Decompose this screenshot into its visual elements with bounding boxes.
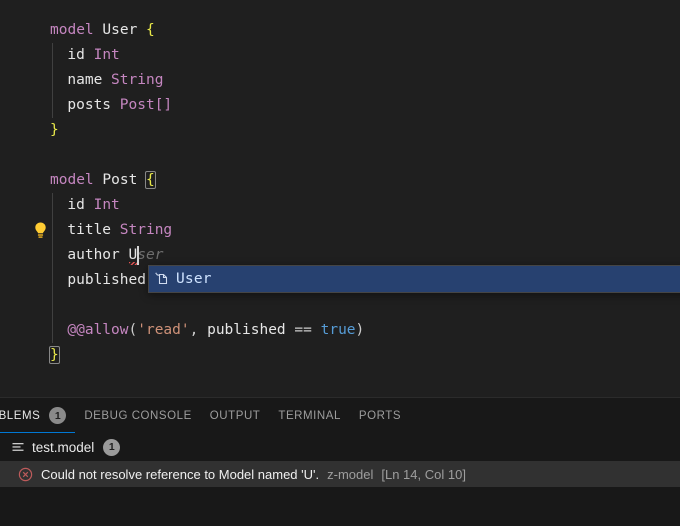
autocomplete-popup[interactable]: User [148, 265, 680, 293]
code-token: ) [356, 322, 365, 338]
code-token [111, 97, 120, 113]
code-token: author [67, 247, 119, 263]
code-token: Post [120, 97, 155, 113]
code-token: model [50, 172, 94, 188]
problem-location: [Ln 14, Col 10] [381, 467, 466, 482]
code-line[interactable]: model Post { [0, 168, 680, 193]
file-name: test.model [32, 440, 94, 455]
code-token: true [321, 322, 356, 338]
code-token: U [129, 247, 138, 263]
code-token: 'read' [137, 322, 189, 338]
panel-tab-output[interactable]: OUTPUT [201, 398, 270, 433]
code-line[interactable] [0, 293, 680, 318]
panel-tab-debug-console[interactable]: DEBUG CONSOLE [75, 398, 200, 433]
panel-tab-bar[interactable]: PROBLEMS 1 DEBUG CONSOLE OUTPUT TERMINAL PORT… [0, 398, 680, 433]
code-token [111, 222, 120, 238]
code-token: } [50, 122, 59, 138]
code-token: } [50, 347, 59, 363]
code-token: published [67, 272, 146, 288]
code-token [102, 72, 111, 88]
code-token: title [67, 222, 111, 238]
code-token: id [67, 47, 84, 63]
code-token [137, 172, 146, 188]
problems-file-row[interactable]: test.model 1 [0, 433, 680, 461]
code-token: published [207, 322, 286, 338]
error-circle-icon [17, 466, 33, 482]
code-line[interactable]: @@allow('read', published == true) [0, 318, 680, 343]
code-token: model [50, 22, 94, 38]
code-token: id [67, 197, 84, 213]
lightbulb-icon[interactable] [32, 221, 49, 240]
panel-tab-label: TERMINAL [278, 410, 341, 422]
panel-tab-problems[interactable]: PROBLEMS 1 [0, 398, 75, 433]
code-content[interactable]: model User {id Intname Stringposts Post[… [0, 18, 680, 368]
code-token [120, 247, 129, 263]
code-token: String [120, 222, 172, 238]
code-line[interactable]: model User { [0, 18, 680, 43]
code-line[interactable]: title String [0, 218, 680, 243]
panel-tab-label: DEBUG CONSOLE [84, 410, 191, 422]
text-cursor [137, 246, 139, 265]
file-list-icon [10, 439, 26, 455]
code-token: @@allow [67, 322, 128, 338]
autocomplete-item[interactable]: User [149, 266, 680, 292]
code-editor[interactable]: model User {id Intname Stringposts Post[… [0, 0, 680, 397]
file-problem-count: 1 [103, 439, 120, 456]
code-token: == [294, 322, 311, 338]
autocomplete-label: User [176, 271, 212, 287]
code-token: Post [102, 172, 137, 188]
code-token: Int [94, 197, 120, 213]
code-line[interactable]: id Int [0, 193, 680, 218]
code-token [137, 22, 146, 38]
code-token [312, 322, 321, 338]
code-line[interactable] [0, 143, 680, 168]
code-token: User [102, 22, 137, 38]
code-token: { [146, 172, 155, 188]
code-token: { [146, 22, 155, 38]
code-token: name [67, 72, 102, 88]
panel-tab-label: PORTS [359, 410, 401, 422]
code-token [85, 47, 94, 63]
code-token: String [111, 72, 163, 88]
panel-tab-label: OUTPUT [210, 410, 261, 422]
code-token: , [190, 322, 207, 338]
problem-item[interactable]: Could not resolve reference to Model nam… [0, 461, 680, 487]
code-line[interactable]: id Int [0, 43, 680, 68]
code-line[interactable]: } [0, 118, 680, 143]
code-token: posts [67, 97, 111, 113]
problem-message: Could not resolve reference to Model nam… [41, 467, 319, 482]
vscode-window: model User {id Intname Stringposts Post[… [0, 0, 680, 526]
bottom-panel: PROBLEMS 1 DEBUG CONSOLE OUTPUT TERMINAL PORT… [0, 397, 680, 526]
problem-source: z-model [327, 467, 373, 482]
panel-tab-ports[interactable]: PORTS [350, 398, 410, 433]
inline-suggestion-text: ser [137, 247, 163, 263]
code-token [85, 197, 94, 213]
panel-tab-badge: 1 [49, 407, 66, 424]
code-token: Int [94, 47, 120, 63]
reference-icon [153, 270, 171, 288]
panel-tab-label: PROBLEMS [0, 410, 40, 422]
code-line[interactable]: posts Post[] [0, 93, 680, 118]
code-line[interactable]: } [0, 343, 680, 368]
code-token: [] [155, 97, 172, 113]
code-line[interactable]: name String [0, 68, 680, 93]
code-token: ( [129, 322, 138, 338]
panel-tab-terminal[interactable]: TERMINAL [269, 398, 350, 433]
